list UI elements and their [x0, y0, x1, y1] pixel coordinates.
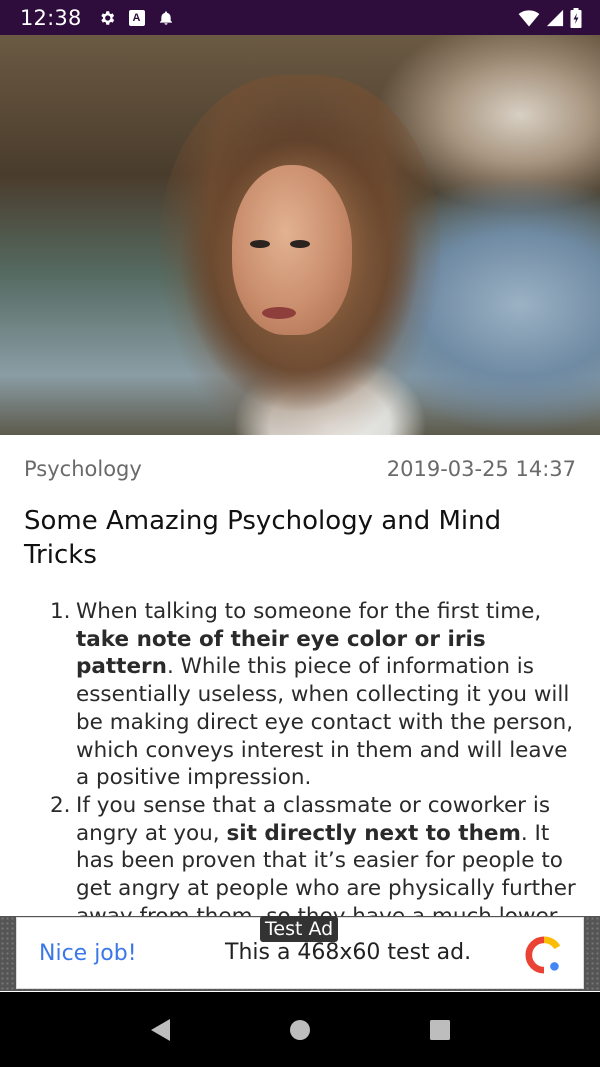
status-bar: 12:38 A: [0, 0, 600, 35]
post-title: Some Amazing Psychology and Mind Tricks: [24, 506, 502, 570]
post-datetime: 2019-03-25 14:37: [386, 457, 576, 481]
status-left-icons: A: [98, 9, 174, 27]
recents-icon[interactable]: [410, 1000, 470, 1060]
list-item-bold: sit directly next to them: [226, 820, 521, 846]
home-icon[interactable]: [270, 1000, 330, 1060]
ad-body[interactable]: This a 468x60 test ad.: [225, 940, 471, 965]
status-time: 12:38: [20, 5, 82, 30]
status-right-icons: [518, 7, 582, 28]
cellular-signal-icon: [546, 9, 564, 27]
list-item: 1. When talking to someone for the first …: [0, 598, 600, 792]
hero-photo-eye-right: [290, 240, 310, 248]
post-category[interactable]: Psychology: [24, 457, 142, 481]
back-icon[interactable]: [130, 1000, 190, 1060]
navigation-bar: [0, 992, 600, 1067]
ad-logo-icon[interactable]: [525, 936, 563, 974]
wifi-icon: [518, 9, 540, 27]
list-item: 2. If you sense that a classmate or cowor…: [0, 792, 600, 916]
hero-photo-lips: [262, 307, 296, 319]
post-meta: Psychology 2019-03-25 14:37: [24, 457, 576, 481]
gear-icon: [98, 9, 116, 27]
ad-headline[interactable]: Nice job!: [39, 941, 137, 966]
a-badge-icon: A: [128, 9, 145, 26]
hero-photo-eye-left: [250, 240, 270, 248]
battery-icon: [570, 7, 582, 28]
list-item-number: 2.: [50, 792, 71, 818]
list-item-text: When talking to someone for the first ti…: [76, 599, 542, 624]
post-list: 1. When talking to someone for the first …: [0, 598, 600, 916]
ad-test-tag: Test Ad: [260, 916, 339, 942]
list-item-number: 1.: [50, 599, 71, 624]
ad-banner[interactable]: Nice job! This a 468x60 test ad. Test Ad: [0, 916, 600, 991]
notification-bell-icon: [158, 9, 174, 27]
hero-photo: [0, 35, 600, 435]
post-content[interactable]: 1. When talking to someone for the first …: [0, 598, 600, 916]
